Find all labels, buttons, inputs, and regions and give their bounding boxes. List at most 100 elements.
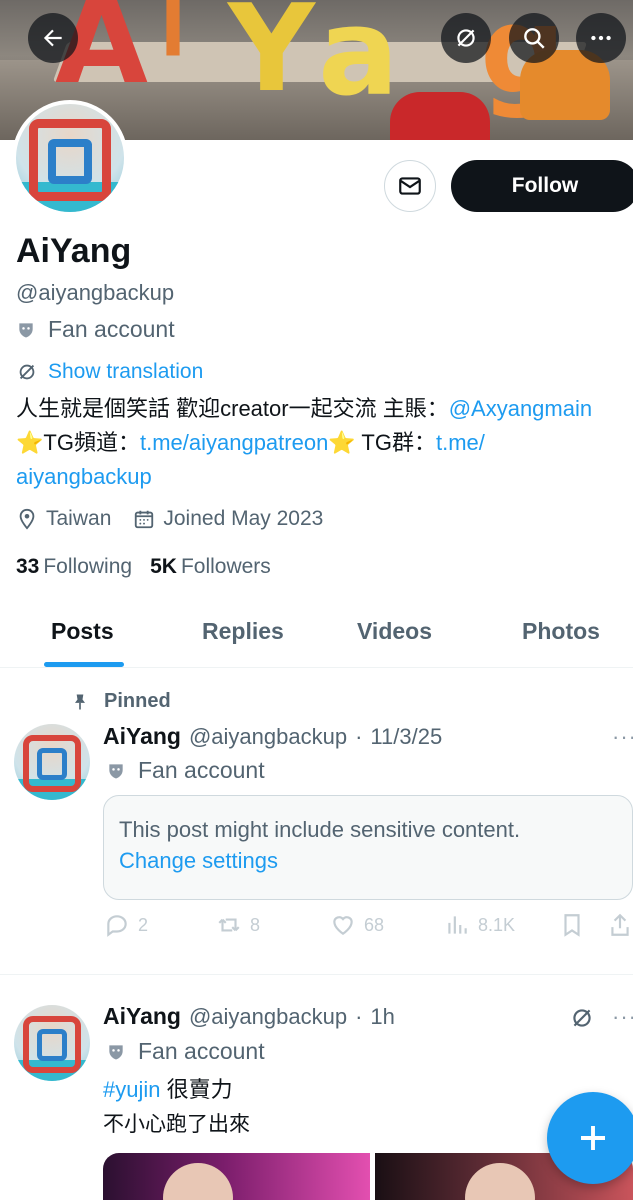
star-icon: ⭐ [16,430,44,455]
translate-button[interactable] [441,13,491,63]
post-account-type-text: Fan account [138,757,265,783]
change-settings-link[interactable]: Change settings [119,845,617,876]
profile-bio: 人生就是個笑話 歡迎creator一起交流 主賬：@Axyangmain ⭐TG… [16,392,628,494]
reply-count: 2 [138,914,149,935]
back-button[interactable] [28,13,78,63]
message-button[interactable] [384,160,436,212]
tab-posts[interactable]: Posts [51,618,114,645]
profile-meta: Taiwan Joined May 2023 [16,507,337,531]
share-icon [611,913,629,936]
bio-text-1: 人生就是個笑話 歡迎creator一起交流 主賬： [16,396,449,421]
post-more-icon[interactable]: ··· [612,724,633,750]
translate-icon[interactable] [569,1005,595,1031]
search-icon [524,28,545,49]
post-media-1[interactable] [103,1153,370,1200]
post-separator: · [355,724,363,749]
following-label: Following [43,555,133,578]
tab-replies[interactable]: Replies [202,618,284,645]
calendar-icon [135,510,154,529]
banner-letter-y: Y [228,0,315,119]
following-link[interactable]: 33 Following [16,555,132,579]
pinned-label: Pinned [70,690,171,713]
mask-icon [19,322,33,337]
location-item: Taiwan [16,507,111,531]
repost-count: 8 [250,914,261,935]
bio-main-account-link[interactable]: @Axyangmain [449,396,592,421]
bio-tg-group-link[interactable]: t.me/ [436,430,485,455]
post-text-line-2: 不小心跑了出來 [103,1113,250,1136]
account-type-text: Fan account [48,316,175,342]
banner-letter-i: ǀ [160,0,187,58]
banner-letter-a2: a [318,0,399,123]
active-tab-indicator [44,662,124,667]
bio-tg-channel-link[interactable]: t.me/aiyangpatreon [140,430,328,455]
avatar-image [16,104,124,212]
search-button[interactable] [509,13,559,63]
post-author-handle[interactable]: @aiyangbackup [189,1004,347,1030]
post-avatar[interactable] [14,724,90,800]
post-account-type: Fan account [106,1038,265,1065]
tab-videos[interactable]: Videos [357,618,432,645]
sensitive-content-notice: This post might include sensitive conten… [103,795,633,900]
post-text-1: 很賣力 [160,1077,233,1102]
post-more-icon[interactable]: ··· [612,1004,633,1030]
more-button[interactable] [576,13,626,63]
post-header: AiYang @aiyangbackup · 1h [103,1003,395,1030]
pinned-text: Pinned [104,690,171,712]
views-button[interactable]: 8.1K [444,912,515,938]
like-button[interactable]: 68 [330,912,384,938]
followers-label: Followers [180,555,271,578]
post-author-name[interactable]: AiYang [103,723,181,750]
show-translation-text: Show translation [48,360,204,383]
arrow-left-icon [43,29,62,47]
joined-item: Joined May 2023 [133,507,323,531]
repost-button[interactable]: 8 [216,912,260,938]
show-translation-link[interactable]: Show translation [16,360,203,384]
profile-avatar[interactable] [12,100,128,216]
avatar-image [14,1005,90,1081]
star-icon: ⭐ [328,430,356,455]
follow-button[interactable]: Follow [451,160,633,212]
bookmark-icon [564,914,580,937]
heart-icon [333,916,353,935]
account-type-label: Fan account [16,316,175,343]
profile-handle: @aiyangbackup [16,280,175,305]
post-divider [0,974,633,975]
translate-icon [19,364,35,380]
post-time[interactable]: 1h [370,1004,394,1030]
hashtag-link[interactable]: #yujin [103,1077,160,1102]
bookmark-button[interactable] [559,912,585,938]
views-count: 8.1K [478,914,516,935]
bio-text-2: TG頻道： [43,430,140,455]
post-account-type-text: Fan account [138,1038,265,1064]
post-actions: 2 8 68 8.1K [104,912,633,946]
post-header: AiYang @aiyangbackup · 11/3/25 [103,723,442,750]
post-avatar[interactable] [14,1005,90,1081]
mask-icon [109,763,123,778]
compose-button[interactable] [547,1092,633,1184]
post-account-type: Fan account [106,757,265,784]
bio-tg-group-link-cont[interactable]: aiyangbackup [16,464,152,489]
profile-tabs: Posts Replies Videos Photos [0,600,633,668]
post-author-name[interactable]: AiYang [103,1003,181,1030]
tab-photos[interactable]: Photos [522,618,600,645]
follow-counts: 33 Following 5K Followers [16,555,271,579]
reply-icon [107,915,127,937]
envelope-icon [399,177,421,195]
followers-count: 5K [150,555,177,578]
post-time[interactable]: 11/3/25 [370,724,442,750]
following-count: 33 [16,555,40,578]
views-icon [448,916,467,934]
reply-button[interactable]: 2 [104,912,148,938]
followers-link[interactable]: 5K Followers [150,555,271,579]
share-button[interactable] [607,912,633,938]
plus-icon [581,1126,605,1150]
location-pin-icon [19,508,35,530]
joined-text: Joined May 2023 [163,507,324,530]
mask-icon [109,1044,123,1059]
like-count: 68 [364,914,385,935]
avatar-image [14,724,90,800]
post-author-handle[interactable]: @aiyangbackup [189,724,347,750]
profile-name: AiYang [16,232,132,270]
post-text-line-1: #yujin 很賣力 [103,1072,233,1104]
